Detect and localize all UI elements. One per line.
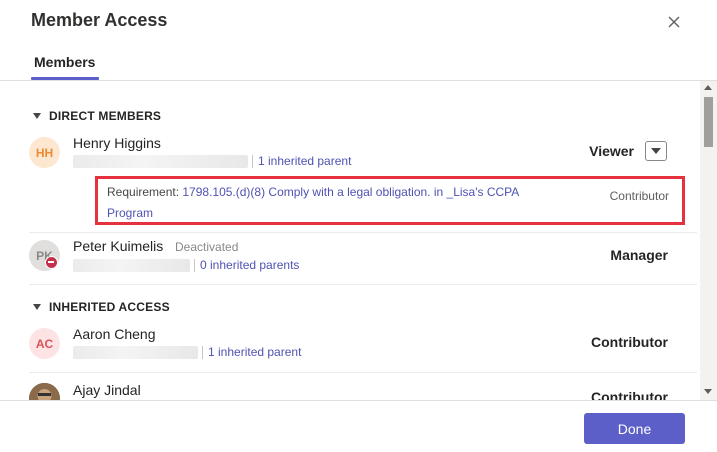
member-role: Viewer [589,143,634,159]
row-divider [29,232,697,233]
inherited-parents-link[interactable]: 1 inherited parent [208,345,301,359]
close-icon[interactable] [664,12,684,32]
member-role: Manager [610,247,668,263]
separator [202,346,203,359]
scroll-down-icon[interactable] [704,389,712,394]
section-header-inherited-access[interactable]: INHERITED ACCESS [33,300,170,314]
footer-divider [0,400,717,401]
scrollbar-thumb[interactable] [704,97,713,147]
member-email-redacted [73,259,190,272]
member-name: Peter Kuimelis [73,238,164,254]
member-access-dialog: Member Access Members DIRECT MEMBERS HH … [0,0,717,452]
member-name: Ajay Jindal [73,382,141,398]
avatar: AC [29,328,60,359]
avatar [29,383,60,400]
member-name: Henry Higgins [73,135,161,151]
requirement-prefix: Requirement: [107,185,183,199]
member-name: Aaron Cheng [73,326,156,342]
inherited-parents-link[interactable]: 0 inherited parents [200,258,299,272]
dialog-title: Member Access [31,10,168,30]
requirement-text: Requirement: 1798.105.(d)(8) Comply with… [107,182,537,224]
requirement-role: Contributor [609,189,669,203]
section-header-direct-members[interactable]: DIRECT MEMBERS [33,109,161,123]
separator [252,155,253,168]
row-divider [29,284,697,285]
section-label: INHERITED ACCESS [49,300,170,314]
role-dropdown-button[interactable] [645,141,667,161]
avatar: HH [29,137,60,168]
deactivated-badge-icon [45,256,58,269]
separator [194,259,195,272]
avatar-photo-icon [29,383,60,400]
member-role: Contributor [591,334,668,350]
tab-members[interactable]: Members [34,54,95,70]
section-label: DIRECT MEMBERS [49,109,162,123]
scrollbar[interactable] [700,81,717,400]
row-divider [29,372,697,373]
member-email-redacted [73,346,198,359]
member-email-redacted [73,155,248,168]
status-badge: Deactivated [175,240,239,254]
inherited-parents-link[interactable]: 1 inherited parent [258,154,351,168]
scroll-up-icon[interactable] [704,85,712,90]
caret-down-icon [33,113,41,119]
member-role: Contributor [591,389,668,400]
member-list: DIRECT MEMBERS HH Henry Higgins 1 inheri… [0,81,700,400]
done-button[interactable]: Done [584,413,685,444]
requirement-highlight: Requirement: 1798.105.(d)(8) Comply with… [95,176,685,225]
chevron-down-icon [651,148,661,154]
caret-down-icon [33,304,41,310]
